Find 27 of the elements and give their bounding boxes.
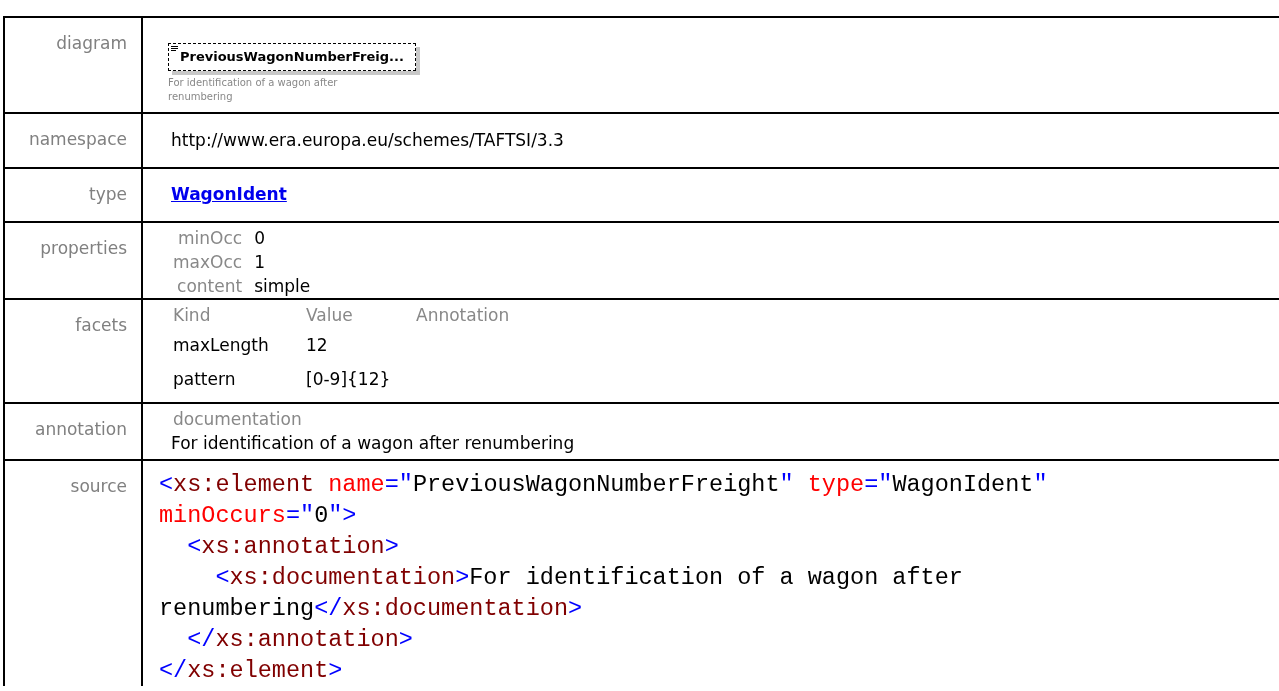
property-value: simple [254, 274, 312, 298]
facet-value: 12 [306, 333, 329, 357]
row-label: source [70, 475, 127, 496]
facet-value: [0-9]{12} [306, 367, 392, 391]
type-link[interactable]: WagonIdent [171, 184, 287, 204]
facet-column-header: Value [306, 303, 354, 327]
property-name: content [176, 274, 243, 298]
source-code: <xs:element name="PreviousWagonNumberFreight" type="WagonIdent" minOccurs="0"> <xs:annotation> <xs:documentation>For identification of a wagon after renumbering</xs:documentation> </xs:annotation> </xs:element> [158, 469, 1049, 686]
row-label: properties [40, 237, 127, 258]
facet-column-header: Kind [173, 303, 212, 327]
row-label: namespace [28, 128, 127, 149]
annotation-heading: documentation [173, 408, 302, 429]
row-label: facets [75, 314, 127, 335]
facet-kind: maxLength [173, 333, 270, 357]
property-name: minOcc [177, 226, 243, 250]
property-value: 0 [254, 226, 266, 250]
row-label: diagram [56, 33, 127, 53]
element-caption: For identification of a wagon after renumbering [168, 75, 339, 104]
facet-kind: pattern [173, 367, 237, 391]
list-icon [171, 46, 178, 52]
annotation-text: For identification of a wagon after renumbering [171, 432, 575, 453]
facet-column-header: Annotation [416, 303, 510, 327]
property-value: 1 [254, 250, 266, 274]
namespace-value: http://www.era.europa.eu/schemes/TAFTSI/3.3 [171, 129, 564, 150]
row-label: annotation [35, 418, 127, 439]
property-name: maxOcc [173, 250, 243, 274]
row-label: type [89, 184, 127, 204]
